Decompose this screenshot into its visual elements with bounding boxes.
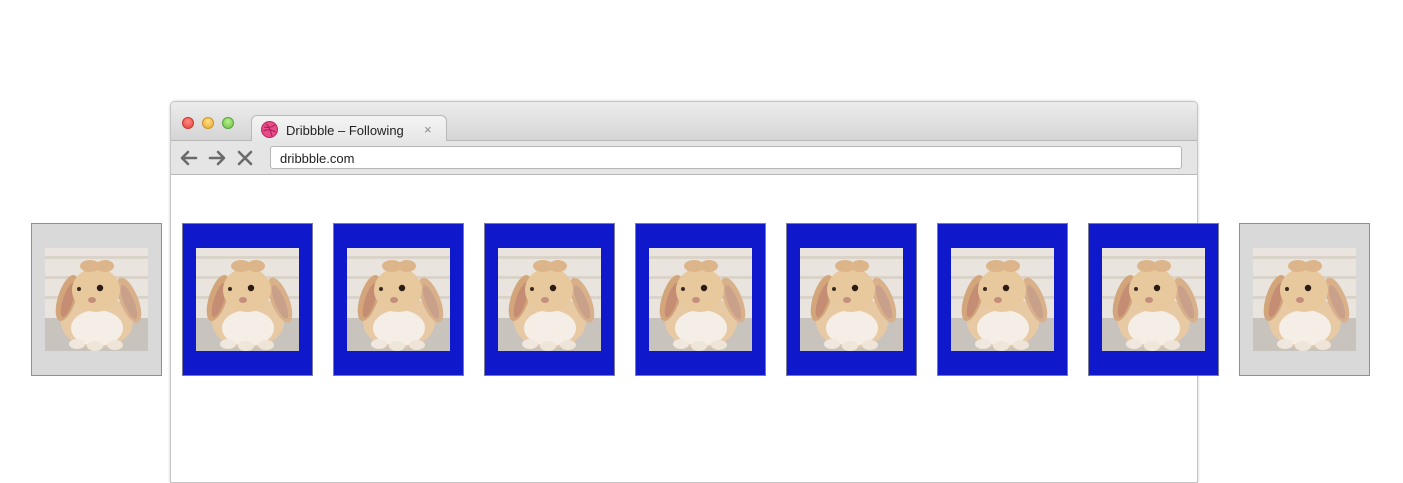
carousel-card[interactable] bbox=[182, 223, 313, 376]
arrow-left-icon[interactable] bbox=[178, 147, 200, 169]
tab-dribbble-following[interactable]: Dribbble – Following × bbox=[251, 115, 447, 142]
carousel-card[interactable] bbox=[635, 223, 766, 376]
bunny-photo bbox=[649, 248, 752, 351]
tab-close-icon[interactable]: × bbox=[424, 122, 432, 137]
arrow-right-icon[interactable] bbox=[206, 147, 228, 169]
bunny-photo bbox=[196, 248, 299, 351]
tab-title: Dribbble – Following bbox=[286, 123, 404, 138]
carousel-card[interactable] bbox=[937, 223, 1068, 376]
bunny-photo bbox=[498, 248, 601, 351]
carousel-card[interactable] bbox=[786, 223, 917, 376]
title-bar: Dribbble – Following × bbox=[171, 102, 1197, 142]
close-icon[interactable] bbox=[234, 147, 256, 169]
address-text: dribbble.com bbox=[280, 151, 355, 166]
bunny-photo bbox=[951, 248, 1054, 351]
bunny-photo bbox=[45, 248, 148, 351]
bunny-photo bbox=[1102, 248, 1205, 351]
minimize-window-button[interactable] bbox=[202, 117, 214, 129]
bunny-photo bbox=[1253, 248, 1356, 351]
close-window-button[interactable] bbox=[182, 117, 194, 129]
dribbble-icon bbox=[261, 121, 278, 138]
zoom-window-button[interactable] bbox=[222, 117, 234, 129]
carousel-card[interactable] bbox=[1239, 223, 1370, 376]
address-bar[interactable]: dribbble.com bbox=[270, 146, 1182, 169]
bunny-photo bbox=[347, 248, 450, 351]
carousel-card[interactable] bbox=[333, 223, 464, 376]
carousel-card[interactable] bbox=[484, 223, 615, 376]
carousel-card[interactable] bbox=[1088, 223, 1219, 376]
bunny-photo bbox=[800, 248, 903, 351]
carousel-card[interactable] bbox=[31, 223, 162, 376]
toolbar: dribbble.com bbox=[171, 141, 1197, 175]
